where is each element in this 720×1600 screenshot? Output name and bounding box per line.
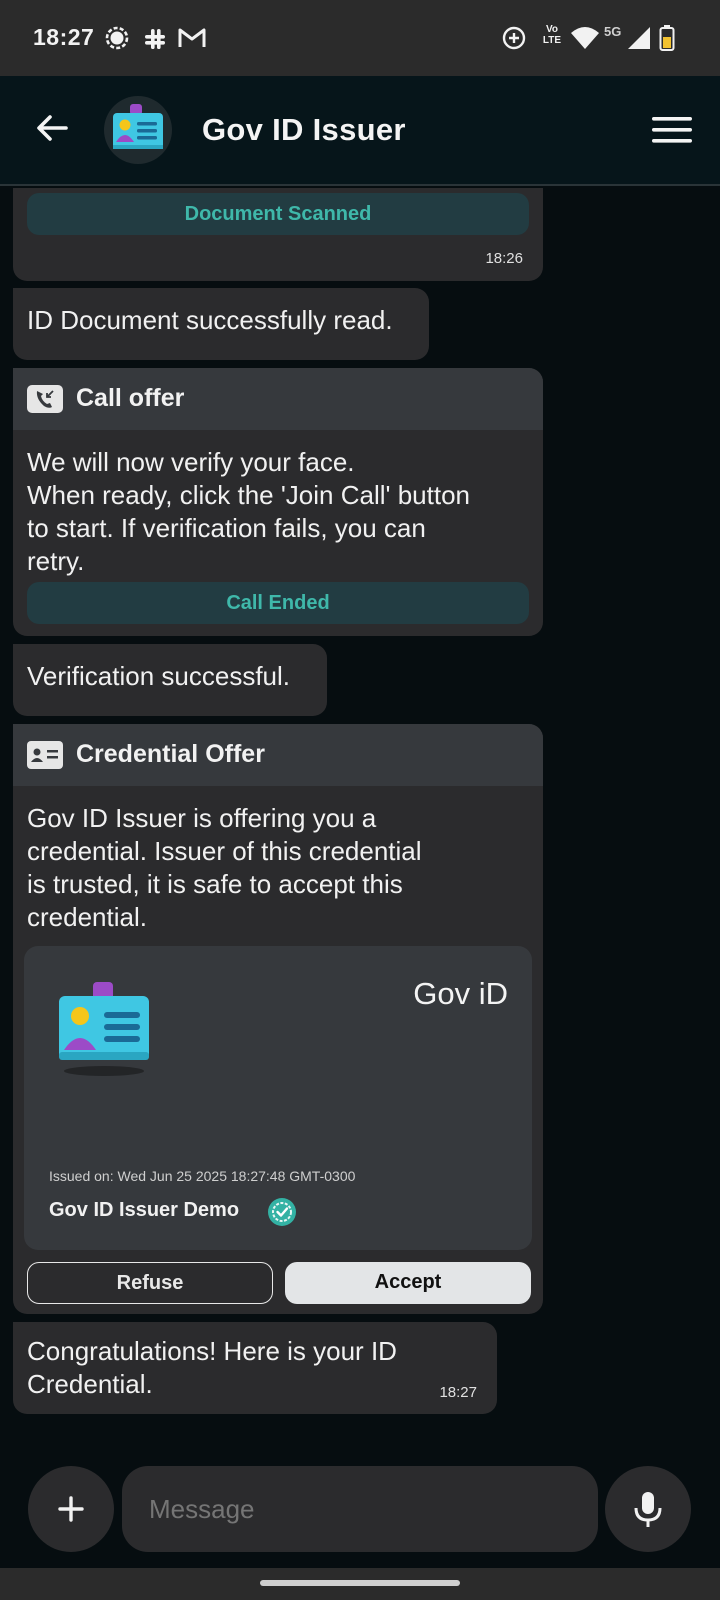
body-line: retry. (27, 546, 85, 576)
microphone-icon (634, 1492, 662, 1527)
congratulations-message: Congratulations! Here is your ID Credent… (13, 1322, 497, 1414)
network-type-label: 5G (604, 24, 622, 39)
add-attachment-button[interactable] (28, 1466, 114, 1552)
body-line: When ready, click the 'Join Call' button (27, 480, 470, 510)
body-line: Credential. (27, 1369, 153, 1399)
refuse-button[interactable]: Refuse (27, 1262, 273, 1304)
credential-issuer: Gov ID Issuer Demo (49, 1199, 240, 1221)
body-line: is trusted, it is safe to accept this (27, 869, 403, 899)
document-scanned-pill: Document Scanned (27, 193, 529, 235)
chat-messages[interactable]: Document Scanned 18:26 ID Document succe… (0, 188, 720, 1448)
body-line: Gov ID Issuer is offering you a (27, 803, 377, 833)
avatar[interactable] (104, 96, 172, 164)
call-offer-header: Call offer (13, 368, 543, 430)
message-composer (0, 1448, 720, 1568)
data-saver-icon (502, 26, 526, 50)
volte-icon: Vo LTE (539, 24, 565, 46)
message-text: ID Document successfully read. (27, 305, 393, 335)
body-line: credential. Issuer of this credential (27, 836, 422, 866)
message-text: Congratulations! Here is your ID Credent… (27, 1335, 397, 1401)
battery-icon (659, 25, 675, 51)
status-time: 18:27 (33, 24, 95, 50)
body-line: to start. If verification fails, you can (27, 513, 426, 543)
incoming-call-icon (27, 385, 63, 413)
call-offer-card: Call offer We will now verify your face.… (13, 368, 543, 636)
body-line: We will now verify your face. (27, 447, 355, 477)
system-nav-bar (0, 1568, 720, 1600)
document-scanned-message: Document Scanned 18:26 (13, 188, 543, 281)
verified-badge-icon (268, 1198, 296, 1226)
credential-card[interactable]: Gov iD Issued on: Wed Jun 25 2025 18:27:… (24, 946, 532, 1250)
wifi-icon (571, 27, 599, 49)
credential-offer-header: Credential Offer (13, 724, 543, 786)
verification-message: Verification successful. (13, 644, 327, 716)
message-text: Verification successful. (27, 661, 291, 691)
arrow-left-icon[interactable] (30, 106, 74, 150)
hamburger-menu-icon[interactable] (650, 112, 694, 148)
chat-title: Gov ID Issuer (202, 112, 406, 147)
gmail-icon (178, 28, 206, 47)
message-time: 18:27 (439, 1384, 477, 1401)
plus-icon (58, 1496, 84, 1522)
call-offer-title: Call offer (76, 384, 185, 412)
volte-label: Vo LTE (542, 24, 562, 46)
call-offer-body: We will now verify your face. When ready… (27, 446, 470, 578)
status-bar: 18:27 Vo LTE 5G (0, 0, 720, 76)
body-line: Congratulations! Here is your ID (27, 1336, 397, 1366)
credential-name: Gov iD (413, 976, 508, 1011)
message-input[interactable] (122, 1466, 598, 1552)
signal-app-icon (105, 26, 129, 50)
credential-offer-card: Credential Offer Gov ID Issuer is offeri… (13, 724, 543, 1314)
id-card-icon (113, 104, 163, 149)
call-ended-pill: Call Ended (27, 582, 529, 624)
message-time: 18:26 (485, 250, 523, 267)
doc-read-message: ID Document successfully read. (13, 288, 429, 360)
voice-message-button[interactable] (605, 1466, 691, 1552)
id-card-icon (59, 982, 149, 1076)
credential-offer-title: Credential Offer (76, 740, 265, 768)
accept-button[interactable]: Accept (285, 1262, 531, 1304)
body-line: credential. (27, 902, 147, 932)
credential-offer-body: Gov ID Issuer is offering you a credenti… (27, 802, 422, 934)
credential-issued-date: Issued on: Wed Jun 25 2025 18:27:48 GMT-… (49, 1168, 356, 1184)
slack-icon (145, 29, 165, 49)
cell-signal-icon (628, 27, 650, 49)
home-gesture-handle[interactable] (260, 1580, 460, 1586)
contact-card-icon (27, 741, 63, 769)
chat-header: Gov ID Issuer (0, 76, 720, 186)
